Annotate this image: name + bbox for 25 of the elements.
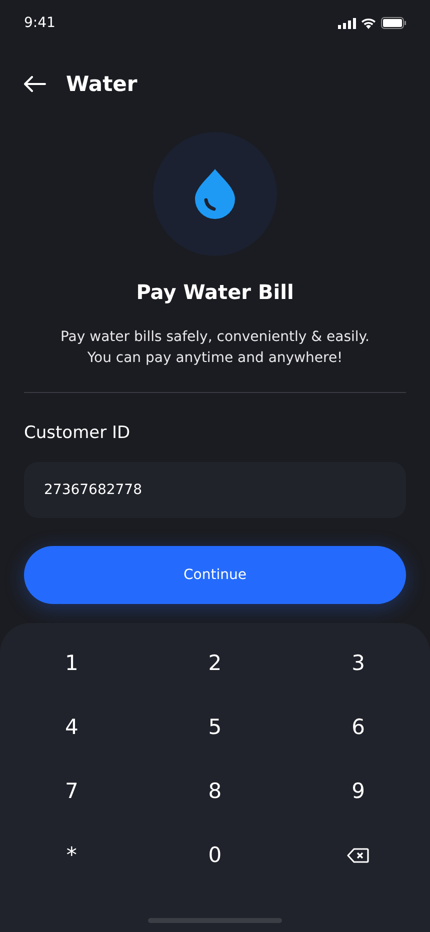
wifi-icon (361, 18, 376, 28)
signal-icon (338, 18, 356, 28)
page-title: Water (66, 72, 138, 96)
keypad-key[interactable]: 1 (0, 631, 144, 695)
keypad-key[interactable]: 7 (0, 759, 144, 823)
hero-description: Pay water bills safely, conveniently & easily. You can pay anytime and anywhere! (60, 328, 370, 368)
keypad-key[interactable]: 9 (286, 759, 430, 823)
continue-button[interactable]: Continue (24, 546, 406, 604)
battery-icon (381, 17, 406, 29)
keypad-key[interactable]: 4 (0, 695, 144, 759)
water-drop-icon (194, 168, 236, 220)
keypad-key[interactable]: 8 (143, 759, 287, 823)
keypad-key[interactable]: 6 (286, 695, 430, 759)
keypad-key[interactable]: 3 (286, 631, 430, 695)
hero-title: Pay Water Bill (136, 280, 294, 304)
keypad-key[interactable]: 0 (143, 823, 287, 887)
input-field[interactable]: 27367682778 (24, 462, 406, 518)
keypad-key[interactable]: 5 (143, 695, 287, 759)
field-label: Customer ID (24, 423, 132, 443)
backspace-icon (347, 848, 370, 862)
keypad-key[interactable]: 2 (143, 631, 287, 695)
keypad-key[interactable]: * (0, 823, 144, 887)
back-button[interactable] (24, 76, 46, 92)
back-arrow-icon (24, 76, 46, 92)
status-time: 9:41 (24, 15, 56, 31)
